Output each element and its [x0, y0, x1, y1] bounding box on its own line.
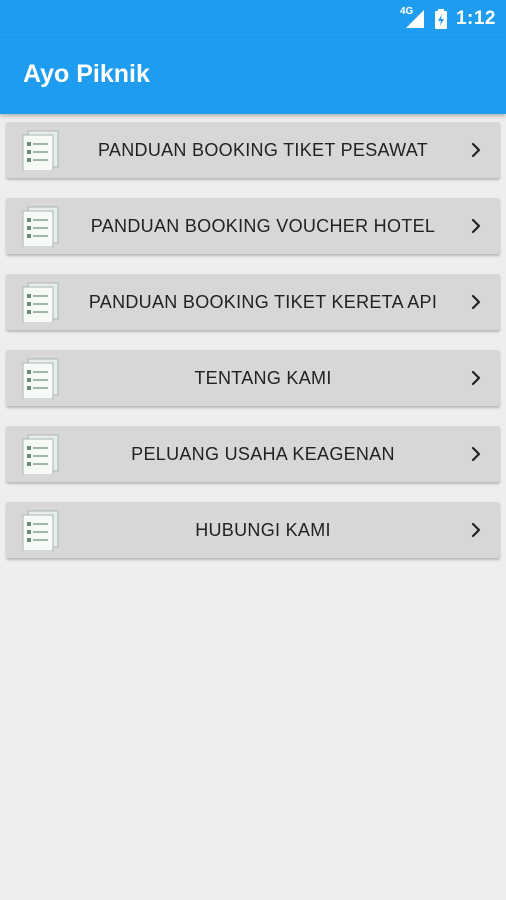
signal-icon — [405, 10, 424, 28]
menu-item-kereta-api[interactable]: PANDUAN BOOKING TIKET KERETA API — [6, 274, 500, 330]
signal-indicator: 4G — [400, 6, 426, 30]
menu-item-label: PANDUAN BOOKING TIKET PESAWAT — [97, 140, 429, 160]
menu-item-voucher-hotel[interactable]: PANDUAN BOOKING VOUCHER HOTEL — [6, 198, 500, 254]
document-list-icon — [22, 510, 59, 551]
menu-item-tentang-kami[interactable]: TENTANG KAMI — [6, 350, 500, 406]
chevron-right-icon — [471, 294, 481, 310]
document-list-icon — [22, 358, 59, 399]
document-list-icon — [22, 130, 59, 171]
document-list-icon — [22, 206, 59, 247]
battery-charging-icon — [434, 9, 447, 29]
menu-item-label: PANDUAN BOOKING VOUCHER HOTEL — [90, 216, 436, 236]
chevron-right-icon — [471, 370, 481, 386]
chevron-right-icon — [471, 522, 481, 538]
menu-item-label: TENTANG KAMI — [194, 368, 332, 388]
status-time: 1:12 — [455, 8, 496, 29]
app-title: Ayo Piknik — [23, 60, 150, 88]
menu-item-label: PANDUAN BOOKING TIKET KERETA API — [88, 292, 438, 312]
menu-item-peluang-usaha[interactable]: PELUANG USAHA KEAGENAN — [6, 426, 500, 482]
document-list-icon — [22, 282, 59, 323]
menu-list: PANDUAN BOOKING TIKET PESAWAT PANDUAN BO… — [6, 122, 500, 578]
chevron-right-icon — [471, 446, 481, 462]
app-bar: Ayo Piknik — [0, 38, 506, 114]
menu-item-label: HUBUNGI KAMI — [195, 520, 331, 540]
status-icons: 4G 1:12 — [400, 0, 496, 38]
chevron-right-icon — [471, 218, 481, 234]
chevron-right-icon — [471, 142, 481, 158]
menu-item-label: PELUANG USAHA KEAGENAN — [131, 444, 395, 464]
document-list-icon — [22, 434, 59, 475]
status-bar: 4G 1:12 — [0, 0, 506, 38]
menu-item-hubungi-kami[interactable]: HUBUNGI KAMI — [6, 502, 500, 558]
menu-item-tiket-pesawat[interactable]: PANDUAN BOOKING TIKET PESAWAT — [6, 122, 500, 178]
